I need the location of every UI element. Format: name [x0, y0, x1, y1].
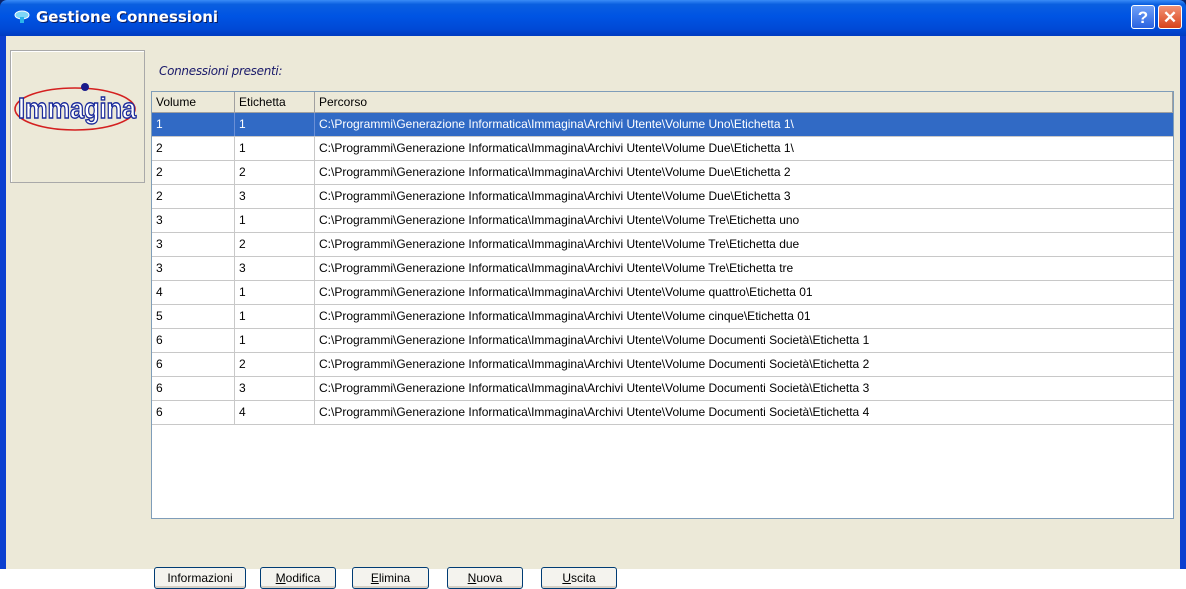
cell-percorso: C:\Programmi\Generazione Informatica\Imm…: [319, 285, 813, 299]
cell-etichetta: 1: [235, 113, 315, 136]
cell-percorso: C:\Programmi\Generazione Informatica\Imm…: [319, 165, 791, 179]
table-row[interactable]: 3 3 C:\Programmi\Generazione Informatica\I…: [152, 257, 1173, 281]
table-row[interactable]: 5 1 C:\Programmi\Generazione Informatica\I…: [152, 305, 1173, 329]
table-row[interactable]: 6 2 C:\Programmi\Generazione Informatica\I…: [152, 353, 1173, 377]
help-button[interactable]: ?: [1131, 5, 1155, 29]
title-bar[interactable]: Gestione Connessioni ? ✕: [0, 0, 1186, 36]
elimina-button[interactable]: Elimina: [352, 567, 429, 589]
uscita-button[interactable]: Uscita: [541, 567, 617, 589]
uscita-label: scita: [570, 571, 596, 585]
cell-percorso: C:\Programmi\Generazione Informatica\Imm…: [319, 357, 870, 371]
cell-percorso: C:\Programmi\Generazione Informatica\Imm…: [319, 309, 811, 323]
cell-percorso: C:\Programmi\Generazione Informatica\Imm…: [319, 261, 794, 275]
table-row[interactable]: 2 3 C:\Programmi\Generazione Informatica\I…: [152, 185, 1173, 209]
immagina-logo: Immagina: [14, 83, 137, 131]
cell-percorso: C:\Programmi\Generazione Informatica\Imm…: [319, 189, 791, 203]
cell-volume: 4: [152, 281, 235, 304]
table-row[interactable]: 4 1 C:\Programmi\Generazione Informatica\I…: [152, 281, 1173, 305]
modifica-accel: M: [275, 571, 286, 585]
cell-percorso: C:\Programmi\Generazione Informatica\Imm…: [319, 333, 870, 347]
cell-etichetta: 1: [235, 329, 315, 352]
cell-etichetta: 3: [235, 377, 315, 400]
cell-volume: 6: [152, 329, 235, 352]
window-title: Gestione Connessioni: [36, 8, 219, 26]
cell-volume: 2: [152, 137, 235, 160]
cell-etichetta: 1: [235, 305, 315, 328]
cell-volume: 2: [152, 185, 235, 208]
cell-percorso: C:\Programmi\Generazione Informatica\Imm…: [319, 405, 870, 419]
cell-etichetta: 2: [235, 233, 315, 256]
modifica-label: odifica: [285, 571, 321, 585]
cell-volume: 2: [152, 161, 235, 184]
modifica-button[interactable]: Modifica: [260, 567, 336, 589]
elimina-label: limina: [378, 571, 411, 585]
cell-etichetta: 2: [235, 353, 315, 376]
logo-text: Immagina: [18, 93, 137, 125]
informazioni-button[interactable]: Informazioni: [154, 567, 246, 589]
informazioni-label: Informazioni: [167, 571, 233, 585]
cell-etichetta: 3: [235, 257, 315, 280]
dialog-window: Gestione Connessioni ? ✕ Immagina Connes…: [0, 0, 1186, 589]
logo-panel: Immagina: [10, 50, 145, 183]
nuova-label: uova: [476, 571, 503, 585]
cell-etichetta: 1: [235, 281, 315, 304]
table-row[interactable]: 6 3 C:\Programmi\Generazione Informatica\I…: [152, 377, 1173, 401]
cell-etichetta: 1: [235, 137, 315, 160]
cell-percorso: C:\Programmi\Generazione Informatica\Imm…: [319, 213, 800, 227]
dialog-body: Immagina Connessioni presenti: Volume Et…: [6, 36, 1180, 589]
connections-table[interactable]: Volume Etichetta Percorso 1 1 C:\Programmi…: [151, 91, 1174, 519]
cell-volume: 3: [152, 209, 235, 232]
cell-volume: 6: [152, 377, 235, 400]
window-frame-right: [1180, 36, 1186, 569]
table-row[interactable]: 6 4 C:\Programmi\Generazione Informatica\I…: [152, 401, 1173, 425]
column-header-percorso[interactable]: Percorso: [315, 92, 1173, 113]
cell-volume: 6: [152, 401, 235, 424]
cell-volume: 6: [152, 353, 235, 376]
cell-etichetta: 1: [235, 209, 315, 232]
cell-volume: 3: [152, 257, 235, 280]
table-row[interactable]: 1 1 C:\Programmi\Generazione Informatica\I…: [152, 113, 1173, 137]
cell-percorso: C:\Programmi\Generazione Informatica\Imm…: [319, 237, 800, 251]
table-row[interactable]: 2 1 C:\Programmi\Generazione Informatica\I…: [152, 137, 1173, 161]
cell-etichetta: 3: [235, 185, 315, 208]
connection-icon: [14, 10, 30, 23]
column-header-volume[interactable]: Volume: [152, 92, 235, 113]
cell-volume: 3: [152, 233, 235, 256]
cell-etichetta: 2: [235, 161, 315, 184]
cell-volume: 1: [152, 113, 235, 136]
cell-percorso: C:\Programmi\Generazione Informatica\Imm…: [319, 117, 794, 131]
table-row[interactable]: 2 2 C:\Programmi\Generazione Informatica\I…: [152, 161, 1173, 185]
section-label: Connessioni presenti:: [159, 64, 283, 78]
table-row[interactable]: 6 1 C:\Programmi\Generazione Informatica\I…: [152, 329, 1173, 353]
cell-volume: 5: [152, 305, 235, 328]
close-button[interactable]: ✕: [1158, 5, 1182, 29]
cell-percorso: C:\Programmi\Generazione Informatica\Imm…: [319, 141, 794, 155]
table-row[interactable]: 3 2 C:\Programmi\Generazione Informatica\I…: [152, 233, 1173, 257]
nuova-accel: N: [467, 571, 477, 585]
uscita-accel: U: [562, 571, 571, 585]
nuova-button[interactable]: Nuova: [447, 567, 523, 589]
cell-etichetta: 4: [235, 401, 315, 424]
column-header-etichetta[interactable]: Etichetta: [235, 92, 315, 113]
table-row[interactable]: 3 1 C:\Programmi\Generazione Informatica\I…: [152, 209, 1173, 233]
cell-percorso: C:\Programmi\Generazione Informatica\Imm…: [319, 381, 870, 395]
elimina-accel: E: [370, 571, 379, 585]
